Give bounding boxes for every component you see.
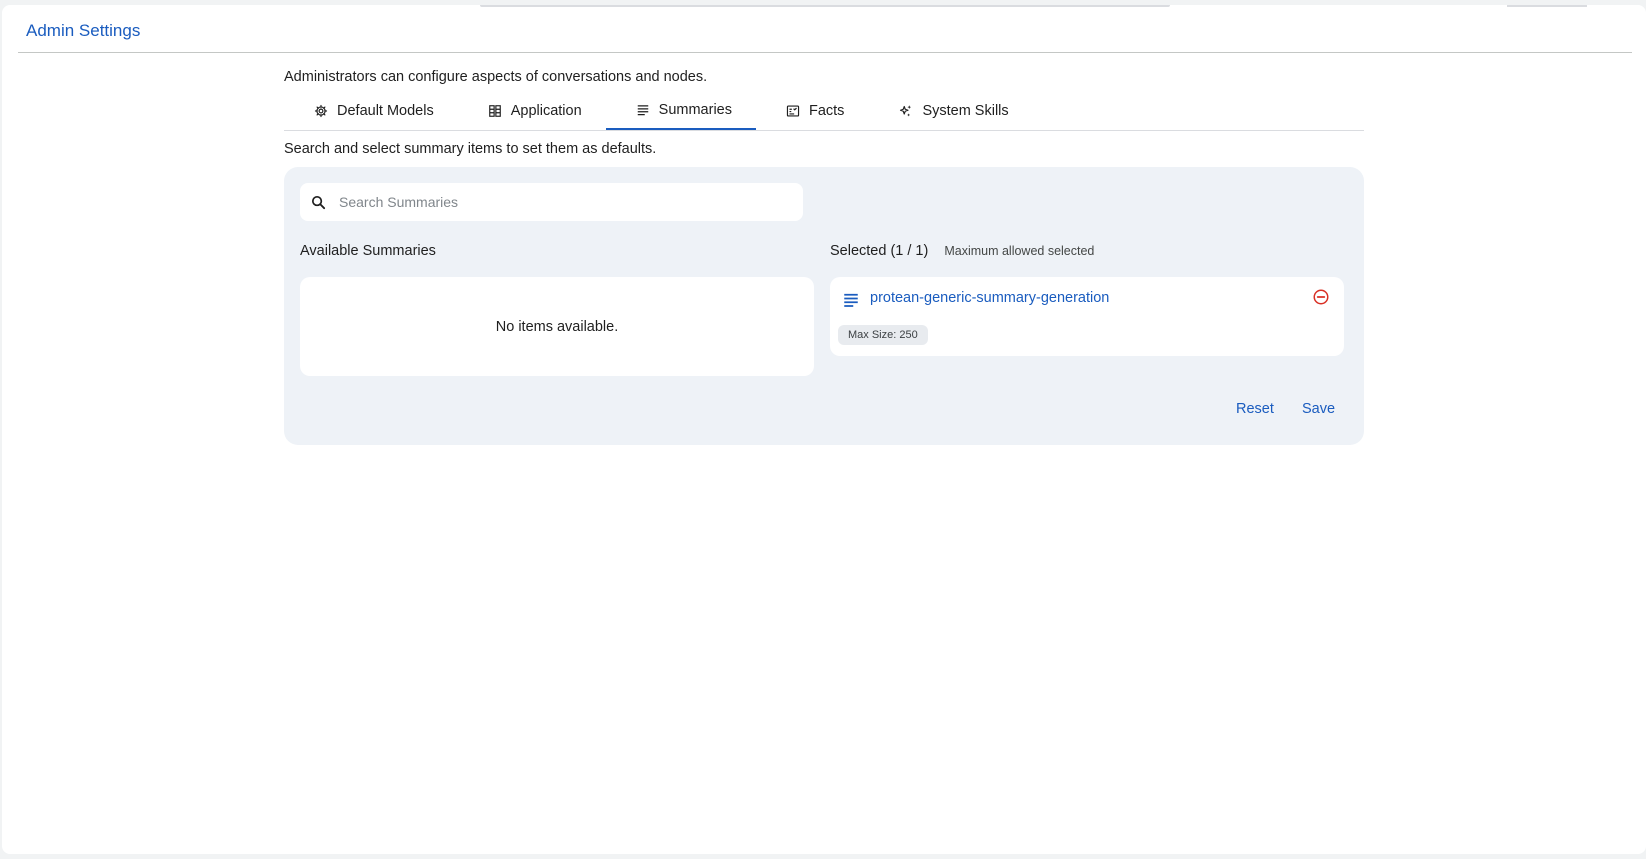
header-divider bbox=[18, 52, 1632, 53]
sparkle-icon bbox=[900, 104, 912, 116]
summaries-panel: Available Summaries Selected (1 / 1) Max… bbox=[284, 167, 1364, 445]
search-box bbox=[300, 183, 803, 221]
summary-lines-icon bbox=[844, 293, 858, 307]
tab-label: Summaries bbox=[658, 102, 732, 118]
reset-button[interactable]: Reset bbox=[1236, 401, 1274, 417]
fact-card-icon bbox=[786, 105, 800, 117]
toolbar-edge bbox=[1507, 5, 1587, 7]
address-bar-edge bbox=[480, 5, 1170, 7]
page-title: Admin Settings bbox=[26, 21, 141, 40]
tab-bar: Default Models Application Summaries Fac… bbox=[284, 92, 1364, 131]
max-selected-note: Maximum allowed selected bbox=[944, 244, 1095, 258]
max-size-chip: Max Size: 250 bbox=[838, 325, 928, 345]
tab-label: Application bbox=[510, 103, 582, 119]
available-title: Available Summaries bbox=[300, 243, 436, 259]
save-button[interactable]: Save bbox=[1302, 401, 1335, 417]
empty-state-text: No items available. bbox=[495, 318, 619, 335]
intro-text: Administrators can configure aspects of … bbox=[284, 69, 708, 85]
instructions-text: Search and select summary items to set t… bbox=[284, 141, 657, 157]
selected-item-name[interactable]: protean-generic-summary-generation bbox=[870, 290, 1109, 306]
selected-item-card: protean-generic-summary-generation Max S… bbox=[830, 277, 1344, 356]
selected-title: Selected (1 / 1) bbox=[830, 243, 929, 259]
tab-summaries[interactable]: Summaries bbox=[605, 92, 756, 130]
selected-header: Selected (1 / 1) Maximum allowed selecte… bbox=[830, 243, 1094, 259]
lines-icon bbox=[637, 105, 648, 116]
app-grid-icon bbox=[488, 105, 501, 117]
main-content: Administrators can configure aspects of … bbox=[284, 61, 1364, 445]
tab-label: Facts bbox=[808, 103, 845, 119]
admin-window: Admin Settings Administrators can config… bbox=[2, 5, 1646, 854]
remove-circle-icon[interactable] bbox=[1312, 288, 1330, 306]
gear-icon bbox=[314, 104, 328, 118]
tab-label: Default Models bbox=[337, 103, 434, 119]
search-icon bbox=[311, 195, 326, 209]
tab-facts[interactable]: Facts bbox=[756, 92, 868, 130]
tab-system-skills[interactable]: System Skills bbox=[868, 92, 1032, 130]
available-list: No items available. bbox=[300, 277, 814, 376]
tab-label: System Skills bbox=[922, 103, 1009, 119]
search-input[interactable] bbox=[337, 193, 781, 211]
tab-default-models[interactable]: Default Models bbox=[284, 92, 458, 130]
tab-application[interactable]: Application bbox=[458, 92, 606, 130]
